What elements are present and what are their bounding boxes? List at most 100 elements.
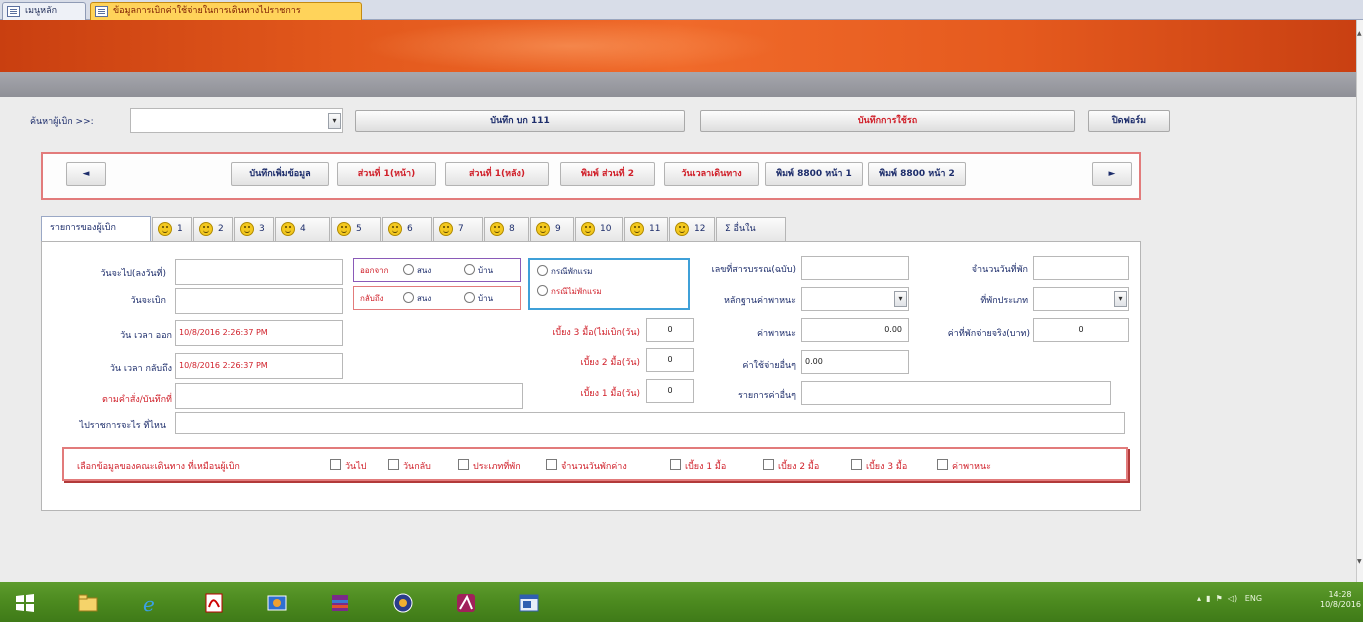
archive-app-icon[interactable]	[329, 592, 351, 614]
record-button[interactable]: บันทึก บก 111	[355, 110, 685, 132]
input-language[interactable]: ENG	[1245, 594, 1262, 603]
file-explorer-icon[interactable]	[77, 592, 99, 614]
volume-icon[interactable]: ◁)	[1228, 594, 1237, 603]
travel-datetime-button[interactable]: วันเวลาเดินทาง	[664, 162, 759, 186]
vehicle-evidence-combo[interactable]: ▾	[801, 287, 909, 311]
back-office-radio[interactable]	[403, 292, 414, 303]
print-part2-button[interactable]: พิมพ์ ส่วนที่ 2	[560, 162, 655, 186]
flag-icon[interactable]: ⚑	[1216, 594, 1223, 603]
fare-field[interactable]: 0.00	[801, 318, 909, 342]
check-lodging-type[interactable]	[458, 459, 469, 470]
tab-3[interactable]: 3	[234, 217, 274, 241]
out-office-label: สนง	[417, 266, 432, 275]
system-tray: ▴ ▮ ⚑ ◁) ENG	[1197, 594, 1262, 603]
lodging-days-label: จำนวนวันที่พัก	[971, 265, 1028, 275]
other-items-label: รายการค่าอื่นๆ	[738, 391, 796, 401]
check-fare[interactable]	[937, 459, 948, 470]
check-meal1[interactable]	[670, 459, 681, 470]
other-expense-label: ค่าใช้จ่ายอื่นๆ	[742, 361, 796, 371]
tab-label: 5	[356, 224, 362, 234]
tab-2[interactable]: 2	[193, 217, 233, 241]
tray-arrow-icon[interactable]: ▴	[1197, 594, 1201, 603]
clock-time: 14:28	[1328, 590, 1352, 599]
out-office-radio[interactable]	[403, 264, 414, 275]
tab-11[interactable]: 11	[624, 217, 668, 241]
doc-tab-travel-expense[interactable]: ข้อมูลการเบิกค่าใช้จ่ายในการเดินทางไปราช…	[90, 2, 362, 20]
smiley-icon	[281, 222, 295, 236]
lodging-type-combo[interactable]: ▾	[1033, 287, 1129, 311]
access-app-icon[interactable]	[455, 592, 477, 614]
media-player-icon[interactable]	[392, 592, 414, 614]
check-meal2[interactable]	[763, 459, 774, 470]
check-date-go[interactable]	[330, 459, 341, 470]
with-lodging-label: กรณีพักแรม	[551, 267, 593, 276]
without-lodging-radio[interactable]	[537, 285, 548, 296]
tab-label: 3	[259, 224, 265, 234]
pdf-reader-icon[interactable]	[203, 592, 225, 614]
lodging-pay-field[interactable]: 0	[1033, 318, 1129, 342]
date-back-field[interactable]	[175, 288, 343, 314]
internet-explorer-icon[interactable]: e	[140, 592, 162, 614]
meal3-label: เบี้ยง 3 มื้อ(ไม่เบิก(วัน)	[552, 328, 640, 338]
back-home-radio[interactable]	[464, 292, 475, 303]
travel-field[interactable]	[175, 412, 1125, 434]
tab-label: 4	[300, 224, 306, 234]
add-record-button[interactable]: บันทึกเพิ่มข้อมูล	[231, 162, 329, 186]
tab-payee-details[interactable]: รายการของผู้เบิก	[41, 216, 151, 242]
tab-1[interactable]: 1	[152, 217, 192, 241]
chevron-down-icon[interactable]: ▾	[328, 113, 341, 129]
meal1-field[interactable]: 0	[646, 379, 694, 403]
prev-record-button[interactable]: ◄	[66, 162, 106, 186]
check-lodging-days[interactable]	[546, 459, 557, 470]
check-date-go-label: วันไป	[345, 462, 367, 472]
meal3-field[interactable]: 0	[646, 318, 694, 342]
taskbar-clock[interactable]: 14:28 10/8/2016	[1320, 590, 1361, 610]
window-app-icon[interactable]	[518, 592, 540, 614]
print-8800-page1-button[interactable]: พิมพ์ 8800 หน้า 1	[765, 162, 863, 186]
tab-9[interactable]: 9	[530, 217, 574, 241]
search-combo[interactable]: ▾	[130, 108, 343, 133]
tab-12[interactable]: 12	[669, 217, 715, 241]
print-part1-back-button[interactable]: ส่วนที่ 1(หลัง)	[445, 162, 549, 186]
date-go-field[interactable]	[175, 259, 343, 285]
media-app-icon[interactable]	[266, 592, 288, 614]
tab-10[interactable]: 10	[575, 217, 623, 241]
print-part1-front-button[interactable]: ส่วนที่ 1(หน้า)	[337, 162, 436, 186]
windows-start-icon[interactable]	[14, 592, 36, 614]
tab-7[interactable]: 7	[433, 217, 483, 241]
next-record-button[interactable]: ►	[1092, 162, 1132, 186]
print-8800-page2-button[interactable]: พิมพ์ 8800 หน้า 2	[868, 162, 966, 186]
svg-text:e: e	[143, 592, 155, 614]
datetime-out-field[interactable]: 10/8/2016 2:26:37 PM	[175, 320, 343, 346]
tab-4[interactable]: 4	[275, 217, 330, 241]
lodging-days-field[interactable]	[1033, 256, 1129, 280]
close-form-button[interactable]: ปิดฟอร์ม	[1088, 110, 1170, 132]
network-icon[interactable]: ▮	[1206, 594, 1210, 603]
tab-8[interactable]: 8	[484, 217, 529, 241]
doc-no-field[interactable]	[801, 256, 909, 280]
tab-5[interactable]: 5	[331, 217, 381, 241]
vertical-scrollbar[interactable]	[1356, 20, 1363, 582]
with-lodging-radio[interactable]	[537, 265, 548, 276]
chevron-down-icon[interactable]: ▾	[894, 291, 907, 307]
vehicle-record-button[interactable]: บันทึกการใช้รถ	[700, 110, 1075, 132]
out-home-radio[interactable]	[464, 264, 475, 275]
check-date-back[interactable]	[388, 459, 399, 470]
smiley-icon	[675, 222, 689, 236]
without-lodging-label: กรณีไม่พักแรม	[551, 287, 602, 296]
other-items-field[interactable]	[801, 381, 1111, 405]
meal2-field[interactable]: 0	[646, 348, 694, 372]
smiley-icon	[536, 222, 550, 236]
datetime-return-field[interactable]: 10/8/2016 2:26:37 PM	[175, 353, 343, 379]
form-icon	[95, 6, 108, 17]
tab-label: 9	[555, 224, 561, 234]
tab-others-sum[interactable]: Σ อื่นใน	[716, 217, 786, 241]
tab-6[interactable]: 6	[382, 217, 432, 241]
fare-label: ค่าพาหนะ	[757, 329, 796, 339]
chevron-down-icon[interactable]: ▾	[1114, 291, 1127, 307]
other-expense-field[interactable]: 0.00	[801, 350, 909, 374]
order-field[interactable]	[175, 383, 523, 409]
doc-tab-main-menu[interactable]: เมนูหลัก	[2, 2, 86, 20]
check-meal3[interactable]	[851, 459, 862, 470]
vehicle-evidence-label: หลักฐานค่าพาหนะ	[723, 296, 796, 306]
